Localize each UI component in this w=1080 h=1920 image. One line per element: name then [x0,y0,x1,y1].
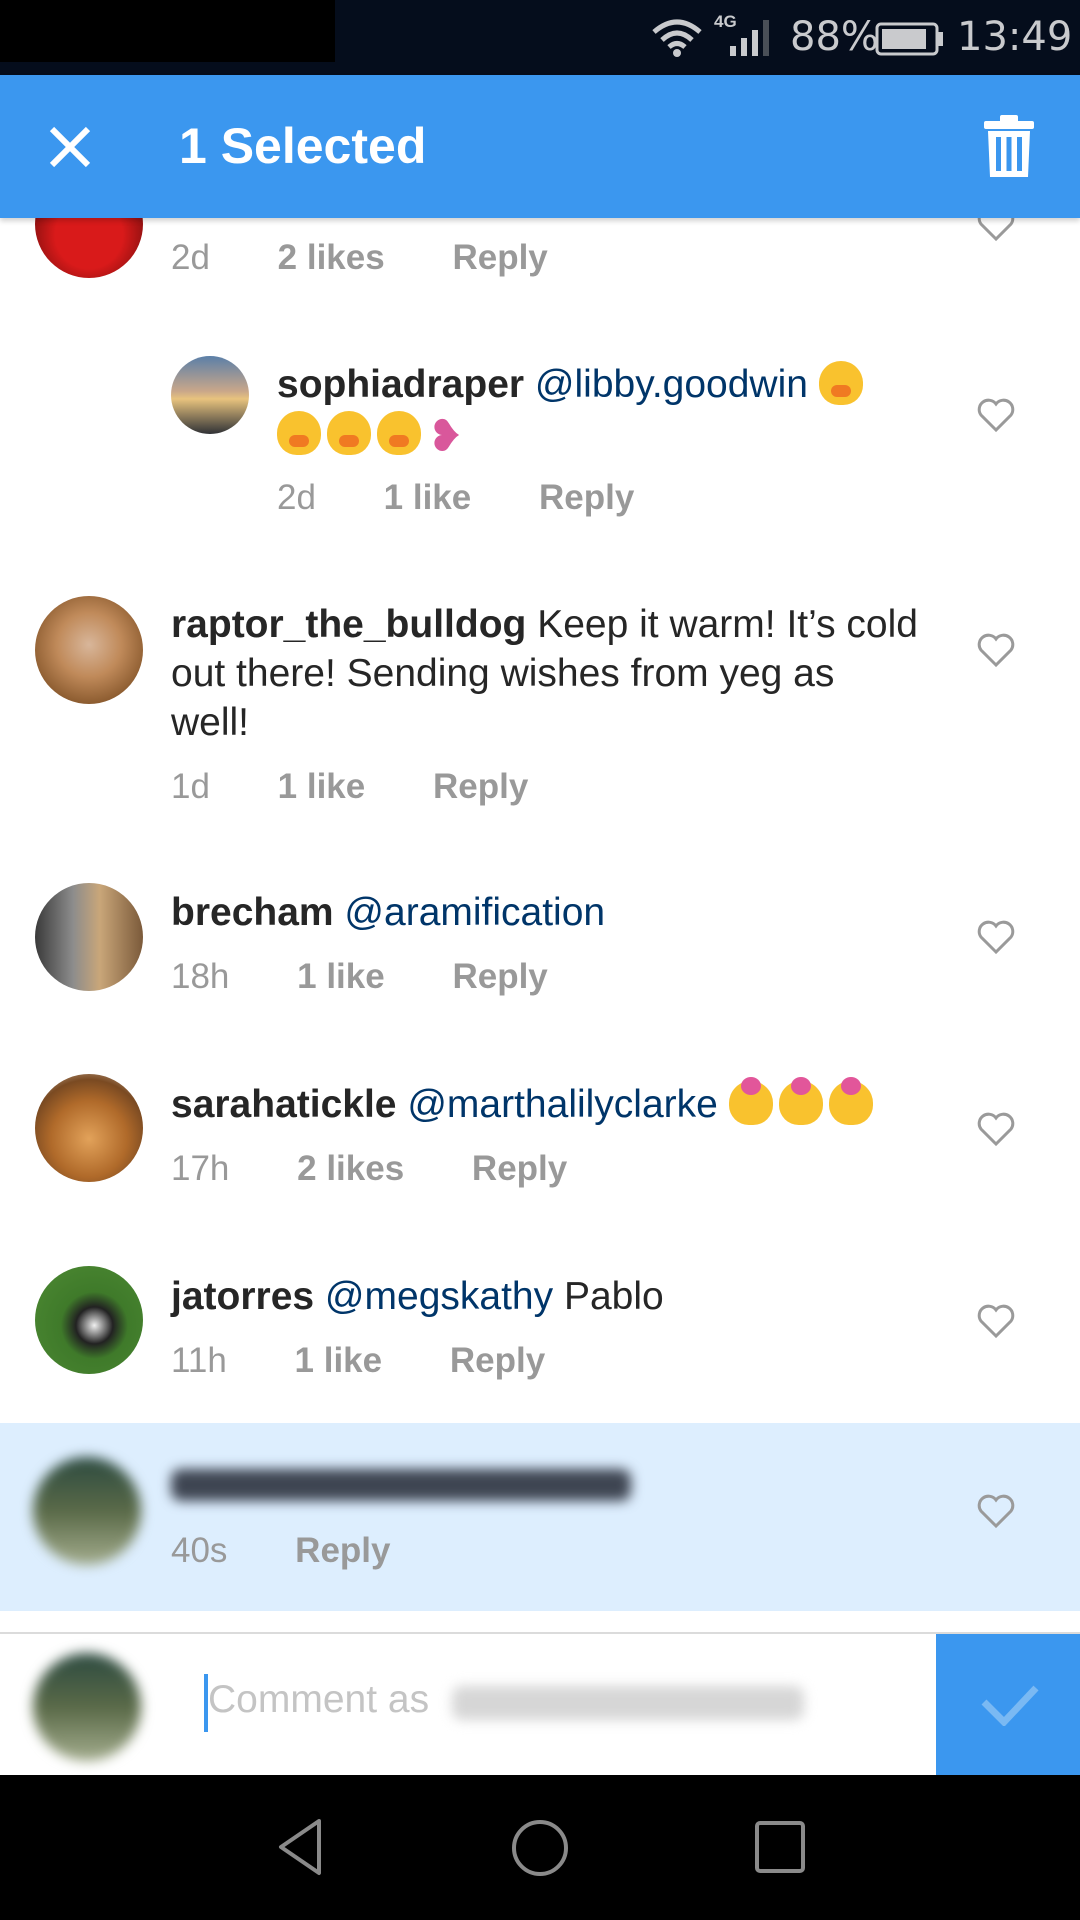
comment-username[interactable]: brecham [171,891,334,934]
reply-button[interactable]: Reply [452,238,547,277]
comment-mention[interactable]: @libby.goodwin [535,363,808,406]
signal-icon [730,20,769,56]
comment-text: sarahatickle @marthalilyclarke [171,1077,879,1129]
comment-meta: 18h 1 like Reply [171,957,548,997]
two-hearts-emoji: ❥ [427,412,464,461]
comment-username[interactable]: jatorres [171,1275,314,1318]
comment-body-line2: out there! Sending wishes from yeg as [171,652,835,695]
comment-username[interactable]: sophiadraper [277,363,524,406]
comment-item[interactable]: raptor_the_bulldog Keep it warm! It’s co… [0,580,1080,830]
send-button[interactable] [936,1634,1080,1775]
comment-text: raptor_the_bulldog Keep it warm! It’s co… [171,600,918,649]
blurred-username [171,1469,631,1501]
kissing-face-emoji [778,1077,823,1125]
flushed-face-emoji [818,361,863,405]
my-avatar [33,1653,141,1761]
likes-count[interactable]: 2 likes [278,238,385,277]
heart-icon[interactable] [976,1303,1016,1339]
check-icon [981,1685,1039,1726]
blurred-username [452,1686,804,1720]
comment-time: 17h [171,1149,230,1188]
comment-meta: 40s Reply [171,1531,390,1571]
likes-count[interactable]: 1 like [297,957,385,996]
avatar[interactable] [35,1074,143,1182]
avatar[interactable] [33,1457,141,1565]
battery-icon [875,22,943,56]
status-bar: 4G 88% 13:49 [0,0,1080,75]
avatar[interactable] [35,1266,143,1374]
comment-input[interactable]: Comment as [208,1678,429,1722]
comment-text: sophiadraper @libby.goodwin [277,360,869,409]
comment-meta: 17h 2 likes Reply [171,1149,567,1189]
comment-meta: 2d 1 like Reply [277,478,634,518]
comment-item[interactable]: sophiadraper @libby.goodwin ❥ 2d 1 like … [0,340,1080,540]
heart-icon[interactable] [976,632,1016,668]
comment-meta: 2d 2 likes Reply [171,238,548,278]
comment-body-line1: Keep it warm! It’s cold [537,603,918,646]
comment-meta: 1d 1 like Reply [171,767,528,807]
recents-icon[interactable] [754,1820,806,1874]
likes-count[interactable]: 1 like [295,1341,383,1380]
avatar[interactable] [35,883,143,991]
likes-count[interactable]: 1 like [278,767,366,806]
comment-body: Pablo [563,1275,664,1318]
heart-icon[interactable] [976,397,1016,433]
wifi-icon [652,19,702,57]
comment-time: 18h [171,957,230,996]
flushed-face-emoji [377,411,421,455]
battery-percent: 88% [790,14,879,60]
comment-mention[interactable]: @aramification [344,891,605,934]
reply-button[interactable]: Reply [295,1531,390,1570]
comment-composer: Comment as [0,1634,936,1775]
comment-placeholder: Comment as [208,1678,430,1721]
avatar[interactable] [171,356,249,434]
comment-meta: 11h 1 like Reply [171,1341,545,1381]
kissing-face-emoji [828,1077,873,1125]
comment-time: 1d [171,767,210,806]
comment-body-line3: well! [171,701,250,744]
heart-icon[interactable] [976,1111,1016,1147]
comment-text: jatorres @megskathy Pablo [171,1272,664,1321]
comment-time: 40s [171,1531,228,1570]
selected-comment[interactable]: 40s Reply [0,1423,1080,1611]
avatar[interactable] [35,596,143,704]
selection-app-bar: 1 Selected [0,75,1080,218]
heart-icon[interactable] [976,1493,1016,1529]
comment-item[interactable]: jatorres @megskathy Pablo 11h 1 like Rep… [0,1264,1080,1424]
flushed-face-emoji [277,411,321,455]
back-icon[interactable] [275,1817,325,1877]
comment-text: brecham @aramification [171,888,605,937]
comment-mention[interactable]: @marthalilyclarke [407,1083,718,1126]
reply-button[interactable]: Reply [472,1149,567,1188]
reply-button[interactable]: Reply [450,1341,545,1380]
comment-time: 11h [171,1341,227,1380]
comment-time: 2d [277,478,316,517]
comment-item[interactable]: brecham @aramification 18h 1 like Reply [0,880,1080,1040]
heart-icon[interactable] [976,919,1016,955]
comment-item[interactable]: sarahatickle @marthalilyclarke 17h 2 lik… [0,1072,1080,1232]
flushed-face-emoji [327,411,371,455]
comment-text-line2: ❥ [277,410,464,461]
comment-username[interactable]: raptor_the_bulldog [171,603,526,646]
reply-button[interactable]: Reply [452,957,547,996]
reply-button[interactable]: Reply [433,767,528,806]
redacted-area [0,0,335,62]
page-title: 1 Selected [179,118,427,174]
comment-time: 2d [171,238,210,277]
comment-username[interactable]: sarahatickle [171,1083,397,1126]
likes-count[interactable]: 1 like [384,478,472,517]
trash-icon[interactable] [982,115,1036,179]
close-icon[interactable] [48,125,92,169]
system-nav-bar [0,1775,1080,1920]
likes-count[interactable]: 2 likes [297,1149,404,1188]
home-icon[interactable] [510,1818,570,1878]
kissing-face-emoji [728,1077,773,1125]
reply-button[interactable]: Reply [539,478,634,517]
comment-mention[interactable]: @megskathy [325,1275,553,1318]
clock: 13:49 [957,14,1073,60]
